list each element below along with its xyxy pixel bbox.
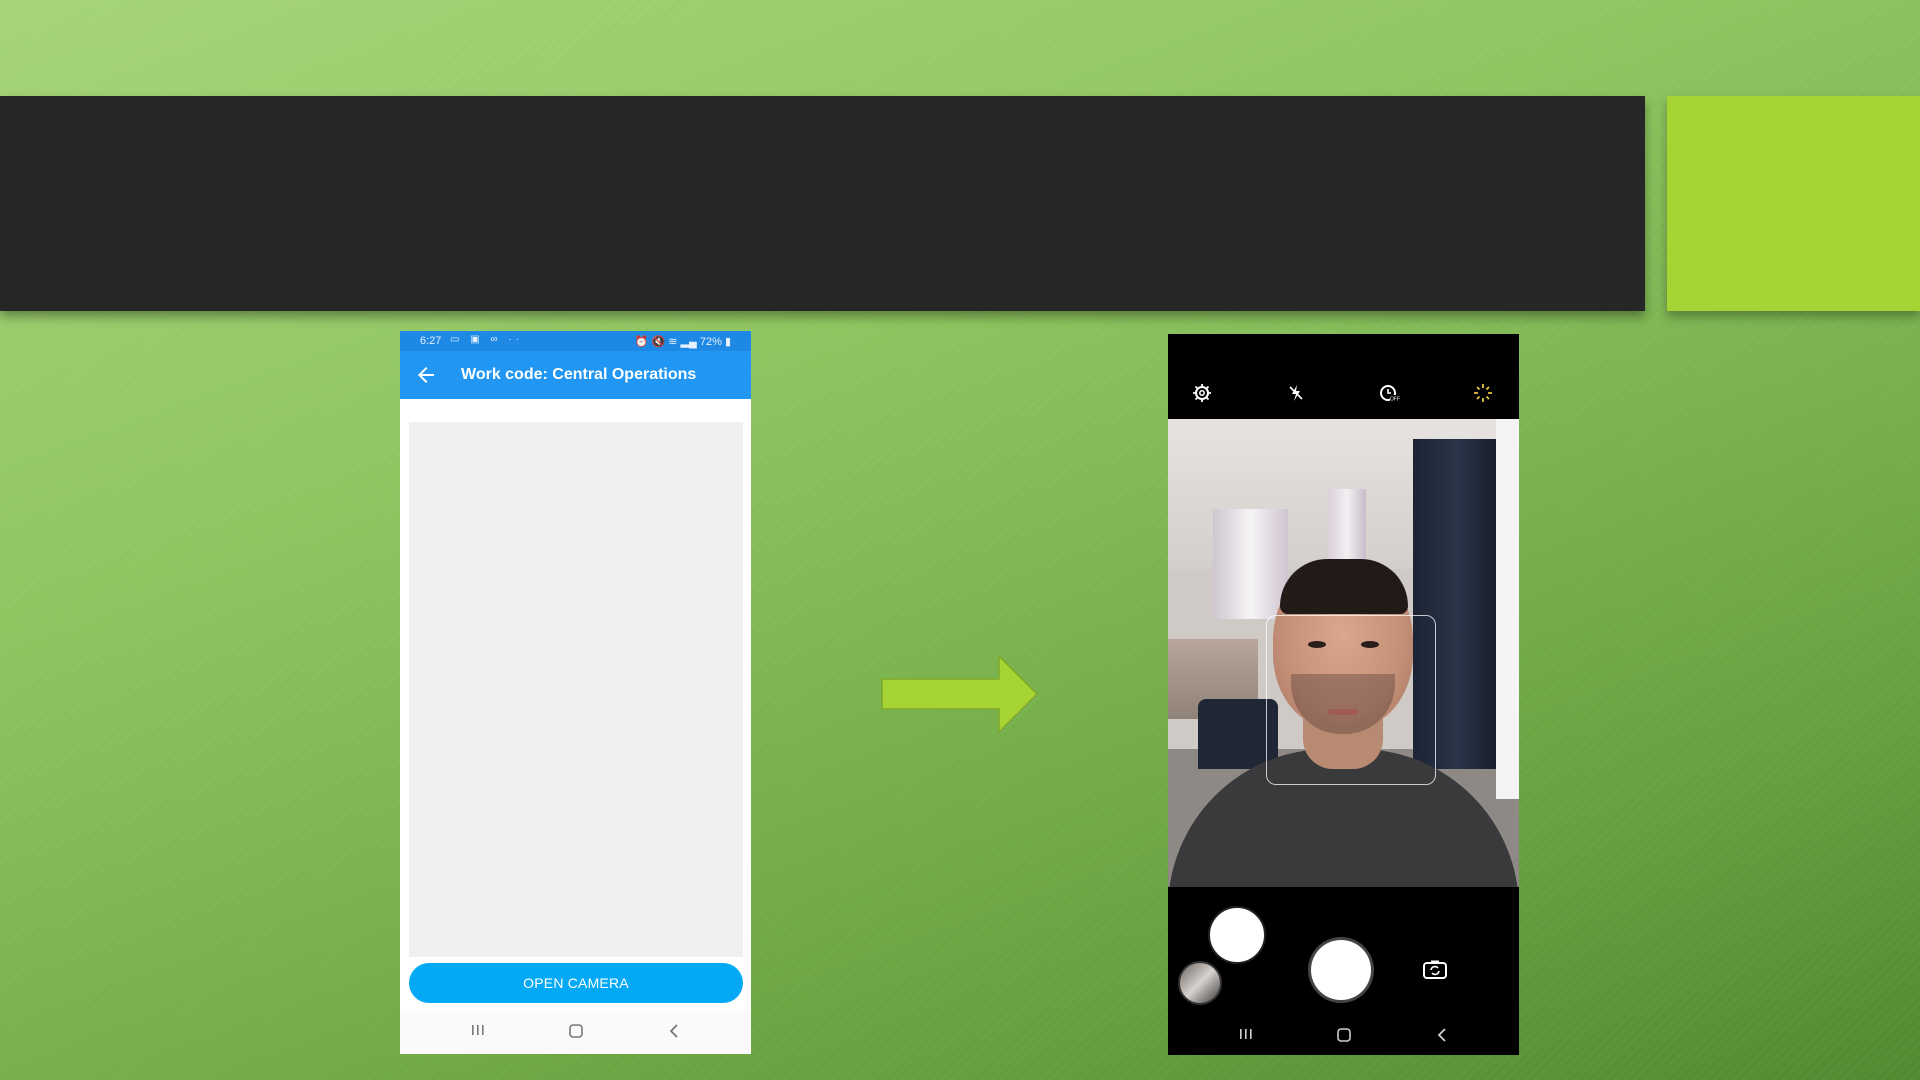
camera-viewfinder[interactable] — [1168, 419, 1519, 887]
floating-shutter-button[interactable] — [1208, 906, 1266, 964]
settings-icon[interactable] — [1191, 382, 1213, 404]
gallery-thumbnail[interactable] — [1178, 961, 1222, 1005]
right-arrow-icon — [881, 654, 1039, 734]
filter-effects-icon[interactable] — [1472, 382, 1494, 404]
app-bar: Work code: Central Operations — [400, 351, 751, 399]
status-bar: 6:27 ▭ ▣ ∞ ·· ⏰ 🔇 ≋ ▂▄ 72% ▮ — [400, 331, 751, 351]
accent-square — [1667, 96, 1920, 311]
page-title: Work code: Central Operations — [461, 366, 697, 383]
window — [1213, 509, 1288, 619]
person-hair — [1280, 559, 1408, 614]
phone-screenshot-app: 6:27 ▭ ▣ ∞ ·· ⏰ 🔇 ≋ ▂▄ 72% ▮ Work code: … — [400, 331, 751, 1054]
slide-title-bar — [0, 96, 1645, 311]
back-icon[interactable] — [662, 1023, 686, 1043]
status-notification-icons: ▭ ▣ ∞ ·· — [450, 334, 524, 345]
arrow-left-icon[interactable] — [414, 363, 438, 387]
phone-screenshot-camera: OFF — [1168, 334, 1519, 1055]
open-camera-button[interactable]: OPEN CAMERA — [409, 963, 743, 1003]
nav-bar — [1168, 1021, 1519, 1055]
face-detection-box — [1266, 615, 1436, 785]
status-right: ⏰ 🔇 ≋ ▂▄ 72% ▮ — [635, 335, 731, 348]
recent-apps-icon[interactable] — [1234, 1027, 1258, 1047]
home-icon[interactable] — [1332, 1027, 1356, 1047]
battery-percentage: 72% — [699, 336, 722, 348]
back-icon[interactable] — [1430, 1027, 1454, 1047]
home-icon[interactable] — [564, 1023, 588, 1043]
flash-off-icon[interactable] — [1285, 382, 1307, 404]
recent-apps-icon[interactable] — [466, 1023, 490, 1043]
svg-text:OFF: OFF — [1390, 397, 1400, 403]
content-area — [409, 422, 743, 957]
status-time: 6:27 — [420, 335, 442, 347]
timer-off-icon[interactable]: OFF — [1378, 382, 1400, 404]
shutter-button[interactable] — [1311, 940, 1371, 1000]
status-system-icons: ⏰ 🔇 ≋ ▂▄ — [634, 336, 697, 348]
switch-camera-icon[interactable] — [1422, 959, 1448, 981]
nav-bar — [400, 1011, 751, 1054]
battery-icon: ▮ — [724, 336, 731, 348]
wall — [1496, 419, 1519, 799]
